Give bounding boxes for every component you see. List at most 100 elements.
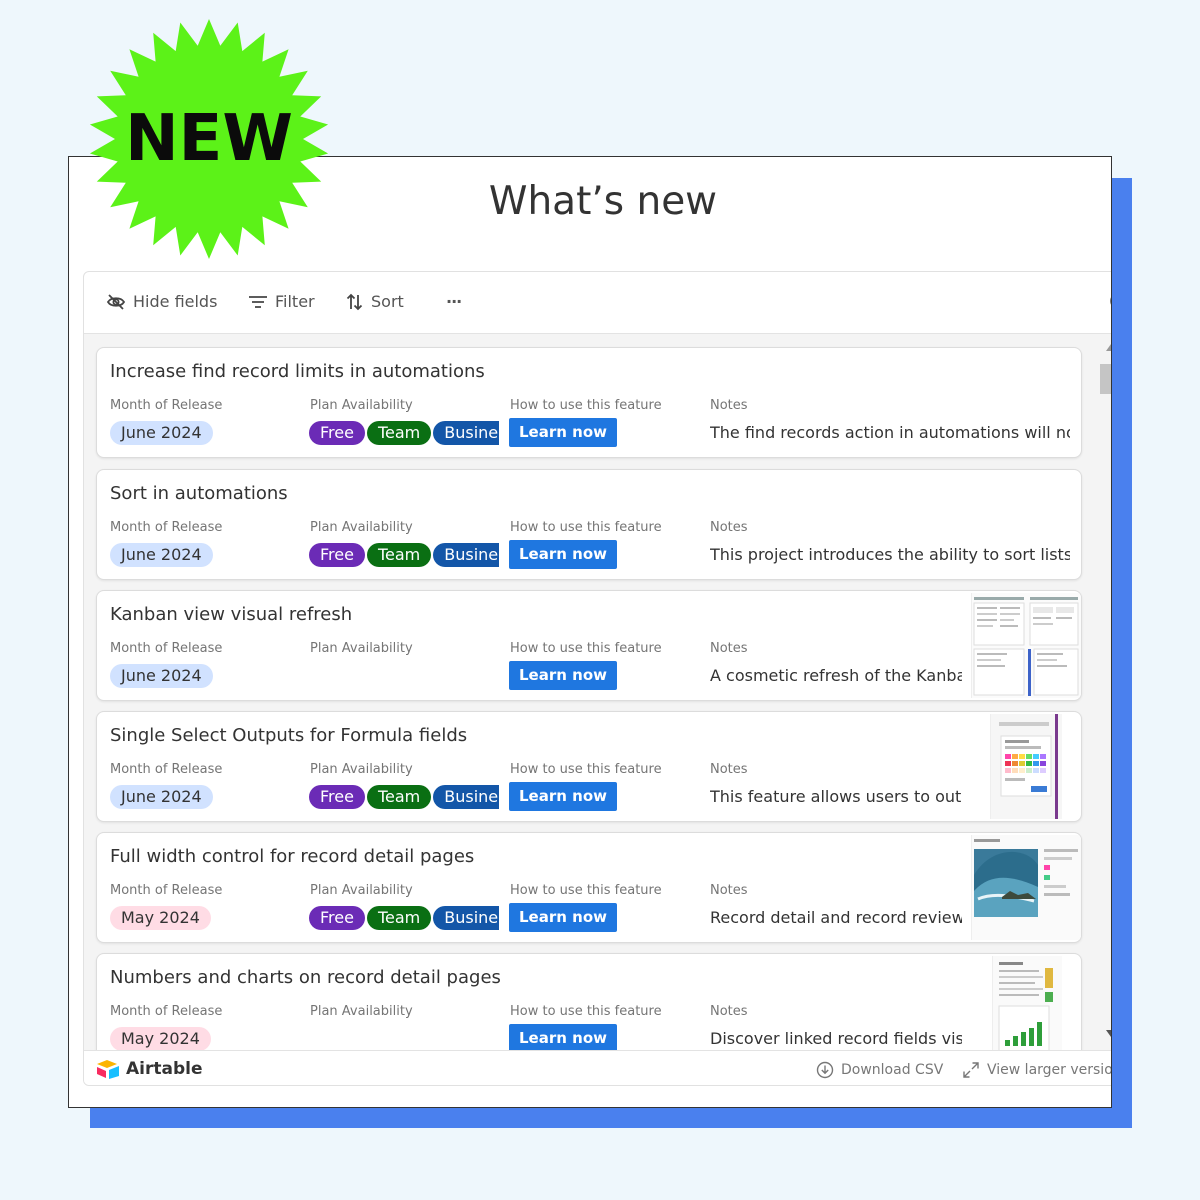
month-badge: June 2024 [110,785,213,809]
notes-field-label: Notes [710,762,748,777]
plan-pills: Free Team Busine [309,785,499,810]
scroll-down-arrow-icon[interactable] [1106,1030,1111,1037]
more-icon: ··· [446,292,462,311]
hide-fields-label: Hide fields [133,292,218,311]
month-field-label: Month of Release [110,1004,223,1019]
record-title: Kanban view visual refresh [110,604,353,625]
plan-business-pill: Busine [433,785,499,809]
learn-now-button[interactable]: Learn now [509,540,617,569]
record-card[interactable]: Sort in automations Month of Release Pla… [96,469,1082,580]
scrollbar[interactable] [1098,334,1111,1050]
how-field-label: How to use this feature [510,883,662,898]
download-csv-label: Download CSV [841,1062,944,1078]
wave-photo-screenshot-thumbnail[interactable] [971,835,1081,940]
learn-now-button[interactable]: Learn now [509,661,617,690]
month-field-label: Month of Release [110,762,223,777]
scroll-up-arrow-icon[interactable] [1106,344,1111,351]
plan-business-pill: Busine [433,421,499,445]
filter-label: Filter [275,292,315,311]
learn-now-button[interactable]: Learn now [509,1024,617,1050]
plan-pills: Free Team Busine [309,906,499,931]
plan-business-pill: Busine [433,906,499,930]
record-card[interactable]: Full width control for record detail pag… [96,832,1082,943]
month-field-label: Month of Release [110,398,223,413]
how-field-label: How to use this feature [510,398,662,413]
color-picker-screenshot-thumbnail[interactable] [990,714,1062,819]
filter-button[interactable]: Filter [248,292,315,311]
record-list: Increase find record limits in automatio… [84,334,1111,1050]
plan-team-pill: Team [366,543,432,567]
month-field-label: Month of Release [110,883,223,898]
scrollbar-thumb[interactable] [1100,364,1111,394]
plan-business-pill: Busine [433,543,499,567]
airtable-brand-label: Airtable [126,1059,203,1079]
new-badge: NEW [88,18,330,260]
plan-pills: Free Team Busine [309,543,499,568]
plan-free-pill: Free [309,421,365,445]
record-title: Numbers and charts on record detail page… [110,967,501,988]
hide-fields-button[interactable]: Hide fields [106,292,217,311]
notes-text: The find records action in automations w… [710,423,1070,442]
plan-free-pill: Free [309,785,365,809]
plan-free-pill: Free [309,543,365,567]
notes-field-label: Notes [710,641,748,656]
notes-text: Record detail and record review p [710,908,962,927]
search-button[interactable] [1109,292,1111,318]
airtable-brand-link[interactable]: Airtable [96,1059,203,1079]
plan-field-label: Plan Availability [310,1004,413,1019]
eye-off-icon [106,293,126,310]
plan-team-pill: Team [366,906,432,930]
record-card[interactable]: Single Select Outputs for Formula fields… [96,711,1082,822]
airtable-embed: Hide fields Filter Sort ··· Increase fin… [83,271,1111,1086]
notes-field-label: Notes [710,1004,748,1019]
month-field-label: Month of Release [110,520,223,535]
learn-now-button[interactable]: Learn now [509,418,617,447]
kanban-screenshot-thumbnail[interactable] [971,593,1081,698]
download-csv-link[interactable]: Download CSV [816,1061,943,1079]
how-field-label: How to use this feature [510,520,662,535]
notes-field-label: Notes [710,520,748,535]
plan-field-label: Plan Availability [310,883,413,898]
plan-field-label: Plan Availability [310,641,413,656]
sort-icon [346,293,363,310]
search-icon [1110,297,1111,305]
airtable-logo-icon [97,1060,119,1079]
filter-icon [249,295,267,308]
how-field-label: How to use this feature [510,762,662,777]
embed-footer: Airtable Download CSV View larger versio… [84,1050,1111,1085]
notes-text: Discover linked record fields visu [710,1029,962,1048]
whats-new-panel: What’s new Hide fields Filter Sort ··· I… [68,156,1112,1108]
view-larger-link[interactable]: View larger version [962,1061,1111,1079]
how-field-label: How to use this feature [510,641,662,656]
month-badge: June 2024 [110,421,213,445]
notes-field-label: Notes [710,398,748,413]
plan-free-pill: Free [309,906,365,930]
learn-now-button[interactable]: Learn now [509,903,617,932]
notes-field-label: Notes [710,883,748,898]
plan-field-label: Plan Availability [310,398,413,413]
record-card[interactable]: Increase find record limits in automatio… [96,347,1082,458]
expand-icon [963,1062,979,1078]
learn-now-button[interactable]: Learn now [509,782,617,811]
record-card[interactable]: Kanban view visual refresh Month of Rele… [96,590,1082,701]
record-title: Full width control for record detail pag… [110,846,475,867]
sort-button[interactable]: Sort [346,292,404,311]
download-icon [816,1061,834,1079]
month-badge: May 2024 [110,906,211,930]
month-badge: June 2024 [110,664,213,688]
view-toolbar: Hide fields Filter Sort ··· [84,272,1111,334]
chart-screenshot-thumbnail[interactable] [992,956,1062,1050]
plan-field-label: Plan Availability [310,762,413,777]
month-badge: June 2024 [110,543,213,567]
more-options-button[interactable]: ··· [446,292,462,311]
notes-text: A cosmetic refresh of the Kanban [710,666,962,685]
sort-label: Sort [371,292,404,311]
record-title: Increase find record limits in automatio… [110,361,485,382]
record-title: Single Select Outputs for Formula fields [110,725,468,746]
month-field-label: Month of Release [110,641,223,656]
plan-pills: Free Team Busine [309,421,499,446]
plan-team-pill: Team [366,785,432,809]
plan-team-pill: Team [366,421,432,445]
notes-text: This feature allows users to outpu [710,787,962,806]
record-card[interactable]: Numbers and charts on record detail page… [96,953,1082,1050]
